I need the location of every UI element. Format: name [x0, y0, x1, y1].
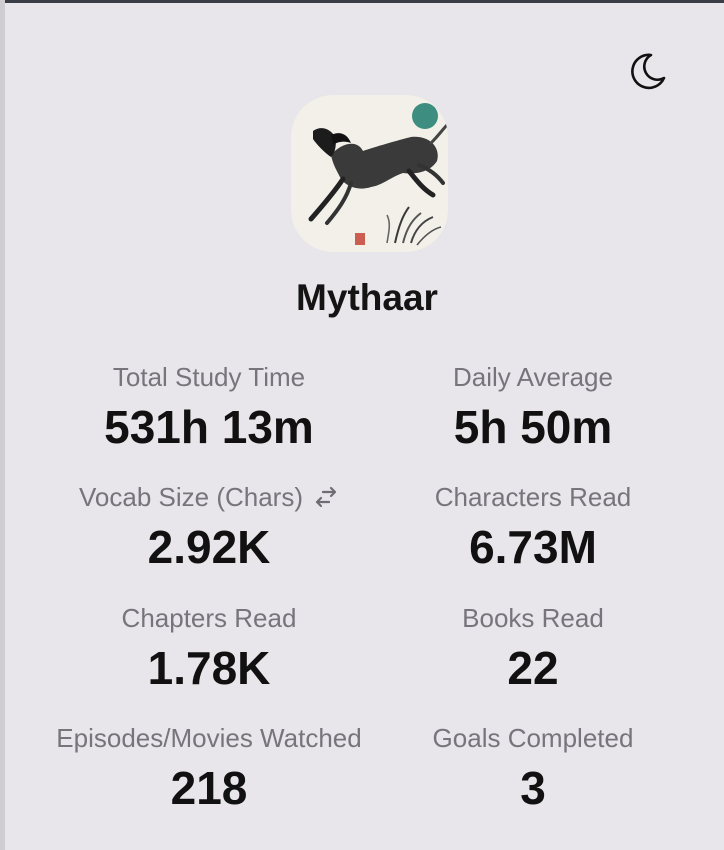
theme-toggle-button[interactable]: [625, 48, 671, 94]
stat-label: Episodes/Movies Watched: [56, 723, 362, 753]
stat-label: Daily Average: [453, 362, 613, 392]
online-status-indicator: [412, 103, 438, 129]
stat-value: 2.92K: [147, 521, 271, 573]
stat-label: Total Study Time: [112, 362, 306, 392]
stat-value: 22: [507, 642, 559, 694]
stat-characters-read: Characters Read 6.73M: [373, 481, 693, 575]
username: Mythaar: [296, 277, 438, 318]
stat-vocab-size: Vocab Size (Chars) 2.92K: [29, 481, 389, 575]
stat-daily-average: Daily Average 5h 50m: [373, 361, 693, 455]
stat-total-study-time: Total Study Time 531h 13m: [29, 361, 389, 455]
stat-value: 3: [520, 762, 546, 814]
stat-books-read: Books Read 22: [373, 602, 693, 696]
swap-arrows-icon[interactable]: [313, 484, 339, 510]
avatar-container: [291, 95, 448, 252]
profile-stats-panel: Mythaar Total Study Time 531h 13m Daily …: [5, 3, 724, 850]
stat-value: 5h 50m: [453, 401, 613, 453]
stat-value: 218: [170, 762, 248, 814]
stat-value: 531h 13m: [104, 401, 314, 453]
stat-label: Goals Completed: [432, 723, 634, 753]
stat-chapters-read: Chapters Read 1.78K: [29, 602, 389, 696]
stat-label: Characters Read: [434, 482, 632, 512]
stat-value: 6.73M: [469, 521, 597, 573]
stat-label: Vocab Size (Chars): [79, 482, 303, 512]
moon-icon: [631, 53, 666, 90]
stat-label-row: Vocab Size (Chars): [79, 481, 339, 513]
stat-label: Books Read: [462, 603, 604, 633]
stat-episodes-movies-watched: Episodes/Movies Watched 218: [29, 722, 389, 816]
stat-value: 1.78K: [147, 642, 271, 694]
stat-label: Chapters Read: [121, 603, 297, 633]
stat-goals-completed: Goals Completed 3: [373, 722, 693, 816]
